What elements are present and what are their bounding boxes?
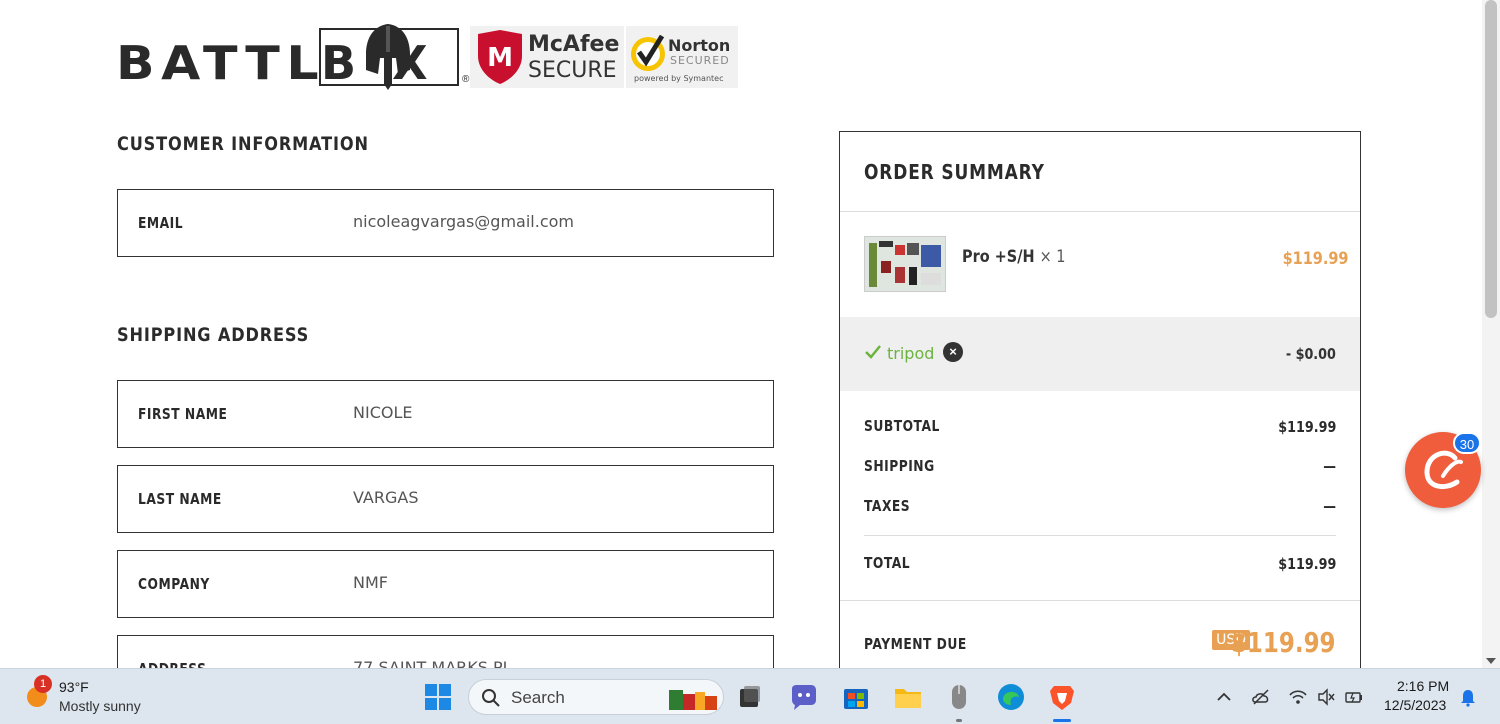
norton-line3: powered by Symantec xyxy=(634,74,724,83)
remove-discount-icon[interactable]: × xyxy=(943,342,963,362)
microsoft-store-icon[interactable] xyxy=(840,681,872,713)
gifts-icon xyxy=(669,690,717,710)
product-quantity: × 1 xyxy=(1039,247,1066,267)
customer-information-heading: CUSTOMER INFORMATION xyxy=(117,133,369,155)
weather-condition: Mostly sunny xyxy=(59,698,141,714)
app-running-indicator xyxy=(956,719,962,722)
chat-unread-badge: 30 xyxy=(1453,432,1481,454)
payment-due-amount: $119.99 xyxy=(1231,626,1336,659)
scroll-down-arrow-icon[interactable] xyxy=(1486,658,1496,664)
discount-amount: - $0.00 xyxy=(1285,345,1336,363)
active-app-indicator xyxy=(1053,719,1071,722)
search-icon xyxy=(482,689,500,707)
registered-mark: ® xyxy=(462,74,470,85)
wifi-icon[interactable] xyxy=(1288,687,1308,707)
product-price: $119.99 xyxy=(1282,249,1348,269)
checkmark-icon xyxy=(865,345,881,359)
taxes-value: — xyxy=(1323,497,1336,515)
order-summary-panel: ORDER SUMMARY Pro +S/H × 1 $119.99 tripo… xyxy=(839,131,1361,691)
company-label: COMPANY xyxy=(138,575,210,593)
windows-taskbar: 1 93°F Mostly sunny Search 2:16 PM 12/5/… xyxy=(0,668,1500,724)
page-scrollbar[interactable] xyxy=(1482,0,1500,668)
mouse-app-icon[interactable] xyxy=(943,681,975,713)
onedrive-icon[interactable] xyxy=(1251,687,1271,707)
mcafee-line1: McAfee xyxy=(528,32,620,57)
task-view-icon[interactable] xyxy=(734,681,766,713)
norton-line2: SECURED xyxy=(670,54,730,67)
windows-start-icon[interactable] xyxy=(422,681,454,713)
last-name-label: LAST NAME xyxy=(138,490,222,508)
brave-browser-icon[interactable] xyxy=(1046,681,1078,713)
brand-logo-text-left: BATTL xyxy=(116,36,326,90)
shipping-value: — xyxy=(1323,457,1336,475)
norton-secured-badge[interactable]: Norton SECURED powered by Symantec xyxy=(626,26,738,88)
order-summary-heading: ORDER SUMMARY xyxy=(864,160,1045,184)
product-name-text: Pro +S/H xyxy=(962,247,1035,267)
edge-browser-icon[interactable] xyxy=(995,681,1027,713)
battlbox-logo[interactable]: BATTL B X ® xyxy=(116,22,470,94)
volume-muted-icon[interactable] xyxy=(1316,687,1336,707)
discount-code: tripod xyxy=(887,344,935,363)
battery-icon[interactable] xyxy=(1344,687,1364,707)
search-placeholder: Search xyxy=(511,688,565,707)
norton-line1: Norton xyxy=(668,36,731,55)
payment-due-label: PAYMENT DUE xyxy=(864,635,967,653)
shipping-address-heading: SHIPPING ADDRESS xyxy=(117,324,310,346)
product-thumbnail xyxy=(864,236,946,292)
clock-date[interactable]: 12/5/2023 xyxy=(1384,697,1446,713)
last-name-value: VARGAS xyxy=(353,488,419,507)
notification-bell-icon[interactable] xyxy=(1458,687,1478,707)
clock-time[interactable]: 2:16 PM xyxy=(1397,678,1449,694)
spartan-helmet-icon xyxy=(366,24,410,90)
email-field[interactable]: EMAIL nicoleagvargas@gmail.com xyxy=(117,189,774,257)
summary-divider xyxy=(840,211,1360,212)
shipping-label: SHIPPING xyxy=(864,457,935,475)
taskbar-search[interactable]: Search xyxy=(468,679,724,715)
scrollbar-thumb[interactable] xyxy=(1485,0,1497,318)
first-name-label: FIRST NAME xyxy=(138,405,228,423)
last-name-field[interactable]: LAST NAME VARGAS xyxy=(117,465,774,533)
subtotal-label: SUBTOTAL xyxy=(864,417,940,435)
email-label: EMAIL xyxy=(138,214,184,232)
weather-alert-badge: 1 xyxy=(34,675,52,693)
total-value: $119.99 xyxy=(1277,555,1336,573)
file-explorer-icon[interactable] xyxy=(892,681,924,713)
teams-chat-icon[interactable] xyxy=(788,681,820,713)
payment-divider xyxy=(840,600,1360,601)
total-label: TOTAL xyxy=(864,554,911,572)
company-value: NMF xyxy=(353,573,388,592)
discount-row: tripod × - $0.00 xyxy=(840,317,1360,391)
product-image xyxy=(865,237,945,291)
weather-temperature: 93°F xyxy=(59,679,89,695)
svg-text:M: M xyxy=(487,43,513,73)
chevron-up-icon[interactable] xyxy=(1214,687,1234,707)
product-name: Pro +S/H × 1 xyxy=(962,247,1066,267)
first-name-value: NICOLE xyxy=(353,403,413,422)
mcafee-secure-badge[interactable]: M McAfee SECURE xyxy=(470,26,624,88)
subtotal-value: $119.99 xyxy=(1277,418,1336,436)
email-value: nicoleagvargas@gmail.com xyxy=(353,212,574,231)
mcafee-line2: SECURE xyxy=(528,58,617,83)
company-field[interactable]: COMPANY NMF xyxy=(117,550,774,618)
first-name-field[interactable]: FIRST NAME NICOLE xyxy=(117,380,774,448)
taxes-label: TAXES xyxy=(864,497,911,515)
totals-divider xyxy=(864,535,1336,536)
